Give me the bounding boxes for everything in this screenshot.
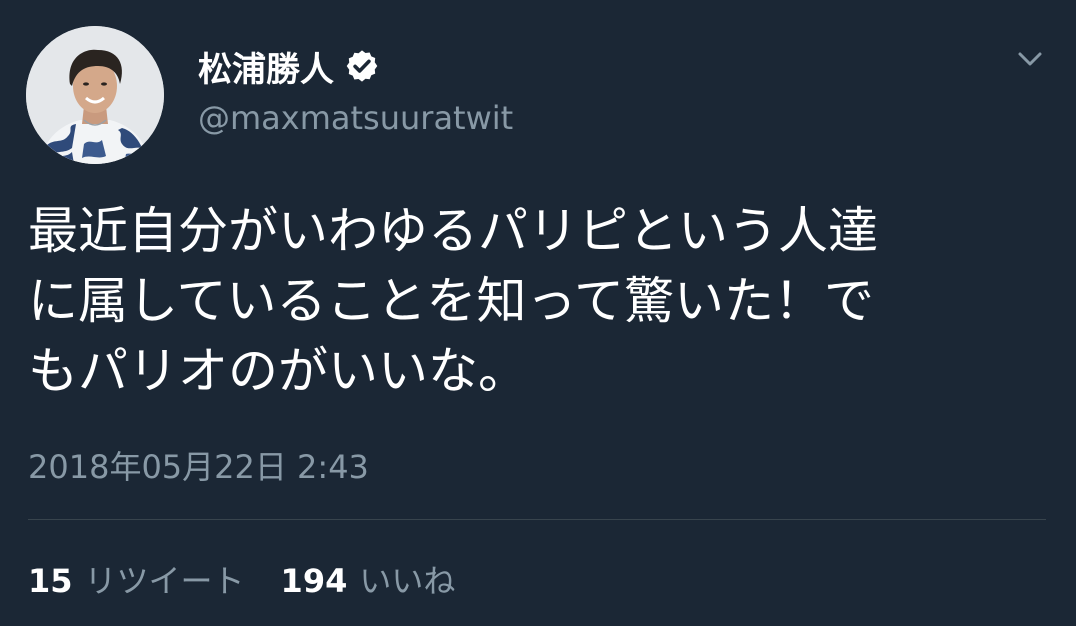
verified-badge-icon: [346, 50, 378, 82]
author-handle[interactable]: @maxmatsuuratwit: [198, 99, 513, 137]
tweet-text-line: に属していることを知って驚いた！で: [28, 272, 874, 330]
tweet-text-line: もパリオのがいいな。: [28, 342, 528, 400]
like-label: いいね: [359, 562, 456, 600]
avatar-image: [26, 26, 164, 164]
like-count: 194: [280, 562, 348, 600]
tweet-card: 松浦勝人 @maxmatsuuratwit 最近自分がいわゆるパリピという人達 …: [0, 0, 1076, 626]
tweet-timestamp[interactable]: 2018年05月22日 2:43: [28, 442, 369, 488]
chevron-down-icon[interactable]: [1010, 44, 1050, 74]
display-name[interactable]: 松浦勝人: [198, 42, 334, 91]
author-name-row: 松浦勝人: [198, 42, 380, 90]
tweet-text-line: 最近自分がいわゆるパリピという人達: [28, 202, 878, 260]
tweet-stats: 15 リツイート 194 いいね: [28, 556, 455, 602]
retweet-stat[interactable]: 15 リツイート: [28, 556, 245, 602]
tweet-text: 最近自分がいわゆるパリピという人達 に属していることを知って驚いた！で もパリオ…: [28, 196, 1058, 406]
avatar[interactable]: [26, 26, 164, 164]
retweet-count: 15: [28, 562, 73, 600]
divider: [28, 519, 1046, 520]
like-stat[interactable]: 194 いいね: [281, 556, 456, 602]
retweet-label: リツイート: [84, 562, 245, 600]
